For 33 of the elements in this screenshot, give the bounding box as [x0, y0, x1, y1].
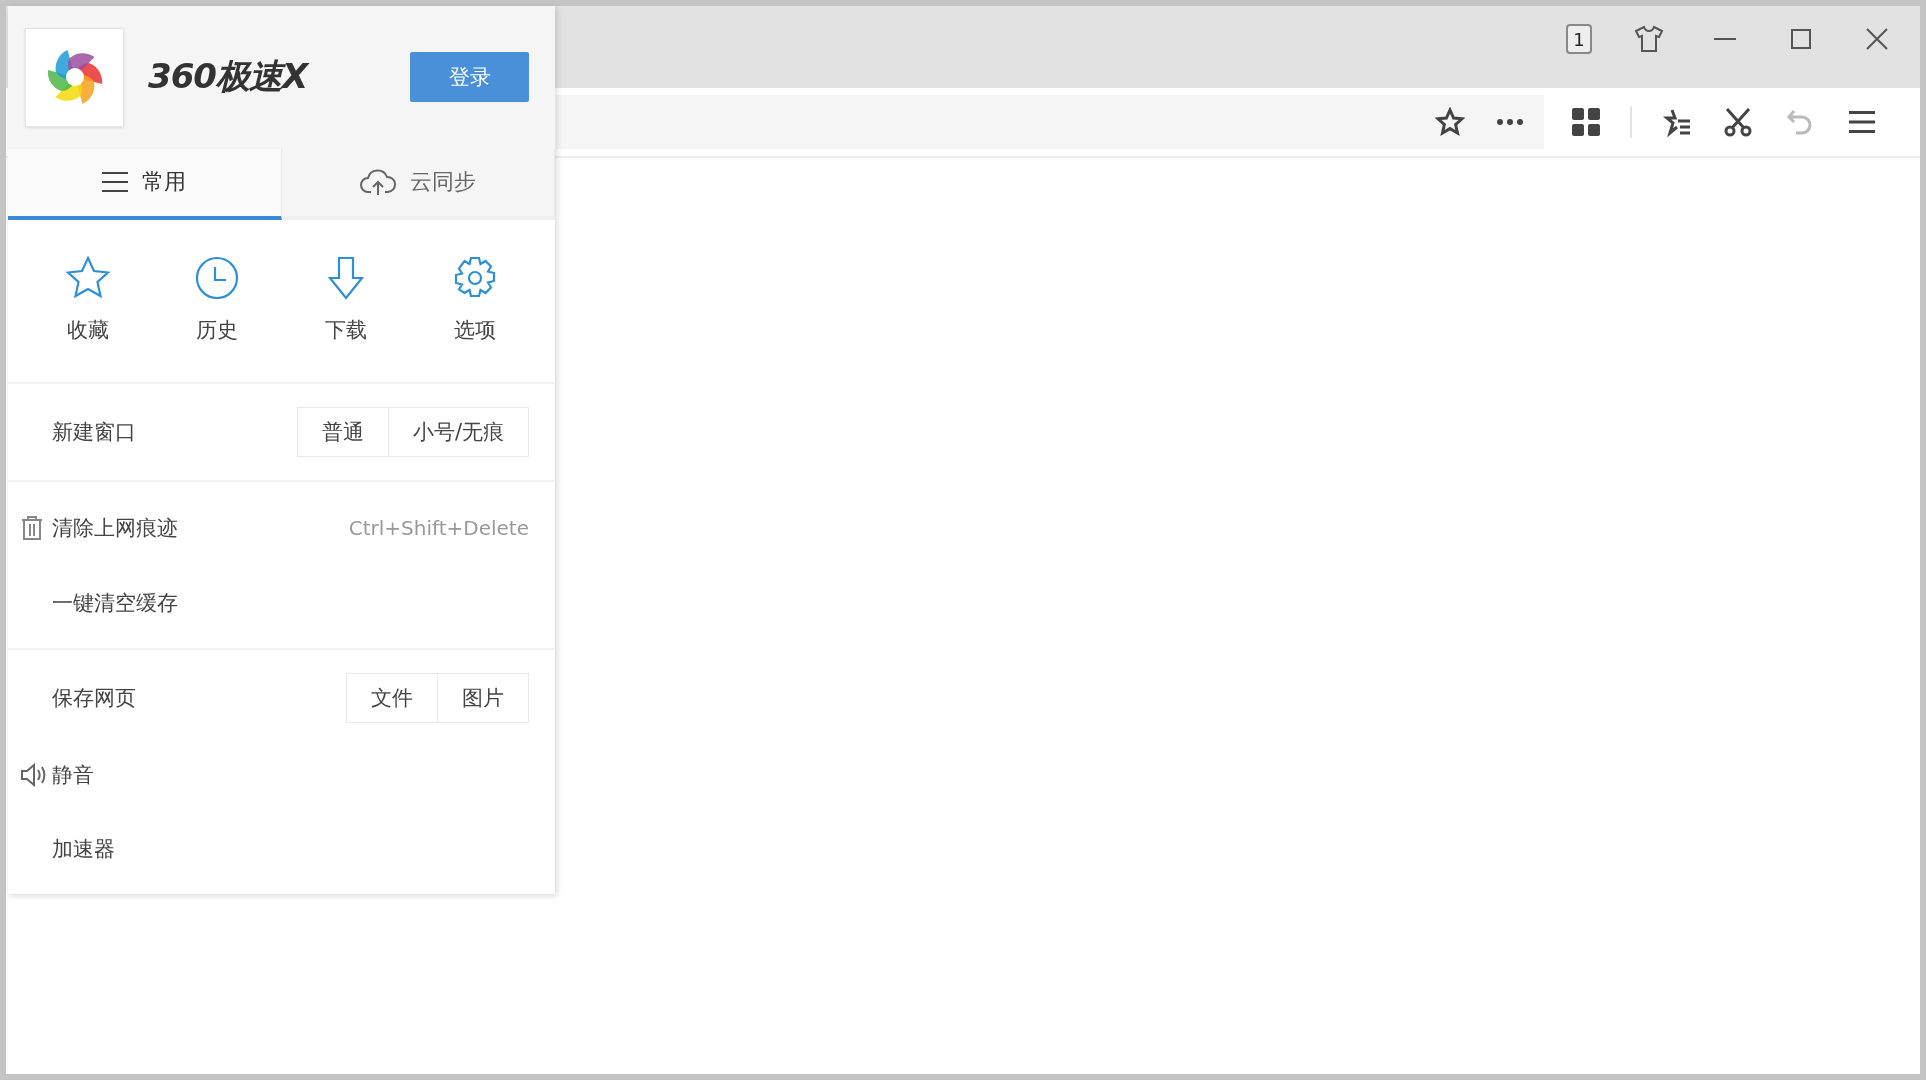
grid-icon — [1572, 108, 1600, 136]
shortcut-hint: Ctrl+Shift+Delete — [348, 516, 529, 540]
dots-icon — [1497, 119, 1523, 125]
brand-name: 360极速X — [148, 55, 311, 99]
option-button[interactable]: 小号/无痕 — [387, 407, 529, 457]
menu-tab[interactable]: 常用 — [8, 148, 282, 220]
close-icon — [1866, 28, 1888, 50]
cloud-upload-icon — [359, 168, 396, 197]
trash-icon — [20, 515, 44, 541]
option-button[interactable]: 普通 — [296, 407, 389, 457]
minimize-icon — [1714, 38, 1736, 40]
menu-item[interactable]: 静音 — [20, 761, 529, 789]
speaker-icon — [20, 763, 48, 787]
undo-icon — [1786, 109, 1814, 135]
star-icon — [1435, 107, 1465, 137]
menu-item[interactable]: 加速器 — [20, 835, 529, 863]
option-button[interactable]: 文件 — [346, 673, 438, 723]
quick-action[interactable]: 历史 — [152, 254, 282, 344]
scissors-icon — [1723, 107, 1753, 137]
tab-count-button[interactable]: 1 — [1566, 24, 1592, 54]
option-button[interactable]: 图片 — [437, 673, 529, 723]
maximize-icon — [1791, 29, 1811, 49]
menu-icon — [102, 172, 129, 193]
row-label: 保存网页 — [52, 685, 137, 712]
menu-icon — [1849, 111, 1875, 133]
quick-action[interactable]: 选项 — [410, 254, 539, 344]
shirt-icon — [1634, 25, 1664, 53]
menu-item[interactable]: 一键清空缓存 — [20, 589, 529, 617]
menu-tab[interactable]: 云同步 — [281, 148, 555, 220]
row-label: 新建窗口 — [52, 419, 137, 446]
quick-action[interactable]: 收藏 — [24, 254, 153, 344]
quick-action[interactable]: 下载 — [281, 254, 411, 344]
menu-item[interactable]: 清除上网痕迹 — [20, 514, 349, 542]
